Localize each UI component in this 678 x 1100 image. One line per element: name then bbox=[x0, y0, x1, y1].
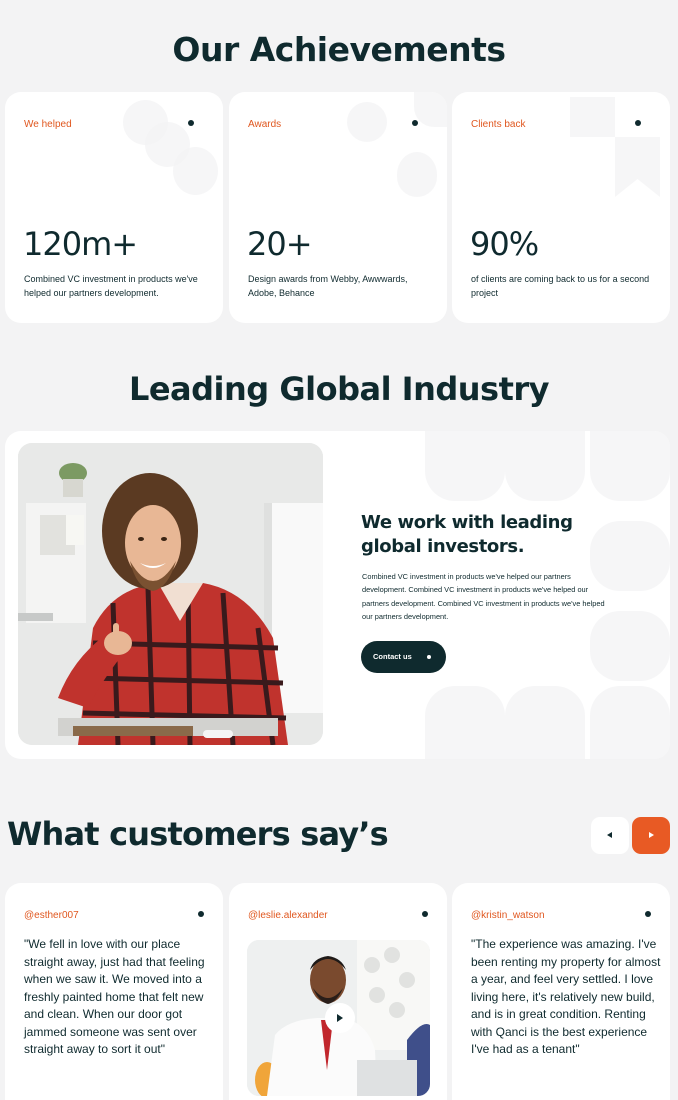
testimonial-video[interactable] bbox=[247, 940, 430, 1096]
testimonial-quote: "The experience was amazing. I've been r… bbox=[471, 937, 661, 1056]
card-decoration bbox=[505, 431, 585, 501]
card-decoration bbox=[615, 137, 660, 197]
card-decoration bbox=[425, 431, 505, 501]
card-decoration bbox=[570, 97, 615, 137]
next-button[interactable] bbox=[632, 817, 670, 854]
card-decoration bbox=[590, 431, 670, 501]
arrow-left-icon bbox=[607, 832, 612, 838]
dot-icon bbox=[427, 655, 431, 659]
achievement-label: We helped bbox=[24, 119, 72, 130]
achievement-card: Clients back 90% of clients are coming b… bbox=[452, 92, 670, 323]
testimonial-handle: @leslie.alexander bbox=[248, 910, 328, 921]
dot-icon bbox=[635, 120, 641, 126]
dot-icon bbox=[188, 120, 194, 126]
achievements-title: Our Achievements bbox=[172, 30, 506, 69]
industry-text: Combined VC investment in products we've… bbox=[362, 572, 605, 622]
play-button[interactable] bbox=[325, 1003, 355, 1033]
previous-button[interactable] bbox=[591, 817, 629, 854]
achievement-description: Combined VC investment in products we've… bbox=[24, 274, 198, 298]
industry-feature-card: We work with leading global investors. C… bbox=[5, 431, 670, 759]
achievement-card: We helped 120m+ Combined VC investment i… bbox=[5, 92, 223, 323]
investor-photo bbox=[18, 443, 323, 745]
achievement-number: 120m+ bbox=[23, 225, 138, 263]
achievement-label: Awards bbox=[248, 119, 282, 130]
card-decoration bbox=[414, 92, 447, 127]
testimonial-card: @leslie.alexander bbox=[229, 883, 447, 1100]
testimonial-card: @kristin_watson "The experience was amaz… bbox=[452, 883, 670, 1100]
achievement-label: Clients back bbox=[471, 119, 526, 130]
man-at-computer-illustration bbox=[18, 443, 323, 745]
dot-icon bbox=[645, 911, 651, 917]
contact-us-button[interactable]: Contact us bbox=[361, 641, 446, 673]
testimonial-quote: "We fell in love with our place straight… bbox=[24, 937, 205, 1056]
card-decoration bbox=[590, 686, 670, 759]
card-decoration bbox=[505, 686, 585, 759]
testimonial-handle: @esther007 bbox=[24, 910, 79, 921]
achievement-description: of clients are coming back to us for a s… bbox=[471, 274, 650, 298]
achievement-description: Design awards from Webby, Awwwards, Adob… bbox=[248, 274, 408, 298]
dot-icon bbox=[412, 120, 418, 126]
testimonial-handle: @kristin_watson bbox=[471, 910, 545, 921]
arrow-right-icon bbox=[649, 832, 654, 838]
dot-icon bbox=[198, 911, 204, 917]
testimonials-title: What customers say’s bbox=[7, 815, 389, 853]
play-icon bbox=[337, 1014, 343, 1022]
achievement-number: 90% bbox=[470, 225, 539, 263]
card-decoration bbox=[347, 102, 387, 142]
industry-title: Leading Global Industry bbox=[128, 370, 550, 408]
card-decoration bbox=[397, 152, 437, 197]
achievement-number: 20+ bbox=[247, 225, 313, 263]
card-decoration bbox=[425, 686, 505, 759]
contact-us-label: Contact us bbox=[373, 652, 412, 661]
dot-icon bbox=[422, 911, 428, 917]
industry-heading: We work with leading global investors. bbox=[361, 512, 573, 557]
card-decoration bbox=[145, 122, 190, 167]
achievement-card: Awards 20+ Design awards from Webby, Aww… bbox=[229, 92, 447, 323]
testimonial-card: @esther007 "We fell in love with our pla… bbox=[5, 883, 223, 1100]
